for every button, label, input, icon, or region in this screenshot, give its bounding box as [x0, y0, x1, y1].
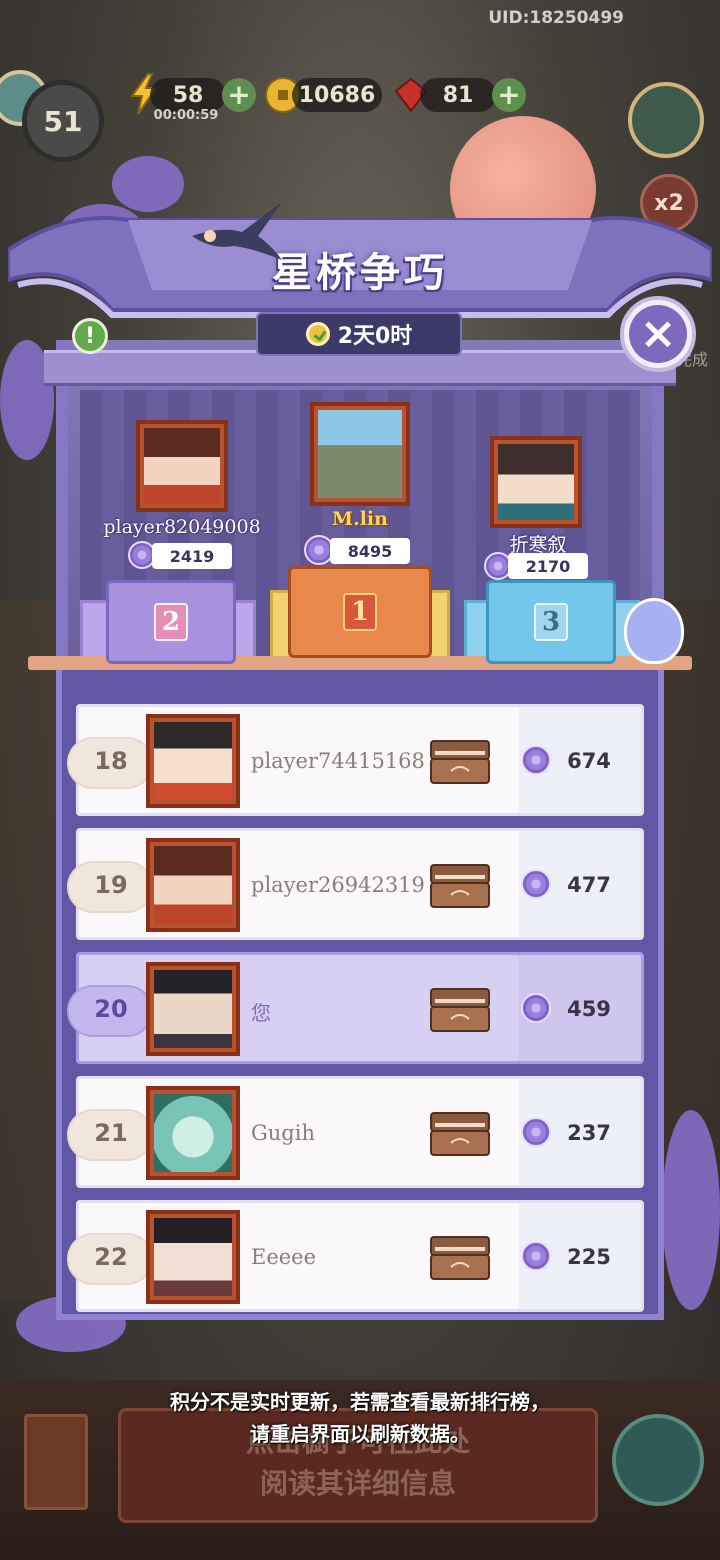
player-name: 您: [251, 1001, 271, 1025]
clock-icon: [305, 322, 330, 346]
podium-3-chest[interactable]: 3: [486, 580, 616, 664]
player-avatar[interactable]: [146, 1210, 240, 1304]
event-title: 星桥争巧: [272, 249, 448, 296]
rank-number: 18: [94, 747, 128, 775]
background-info-line-2: 阅读其详细信息: [259, 1467, 456, 1500]
refresh-notice-line-1: 积分不是实时更新，若需查看最新排行榜，: [170, 1390, 550, 1414]
energy-timer: 00:00:59: [153, 108, 219, 123]
mascot-icon: [624, 598, 684, 664]
leaderboard-row[interactable]: 19 player26942319 477: [67, 828, 644, 940]
chest-icon[interactable]: [429, 863, 491, 909]
player-avatar[interactable]: [146, 838, 240, 932]
player-name: player26942319: [251, 873, 425, 897]
player-avatar[interactable]: [146, 962, 240, 1056]
podium-2-score: 2419: [152, 543, 232, 569]
podium-1-avatar[interactable]: [310, 402, 410, 506]
flower-points-icon: [521, 745, 551, 775]
gem-counter: 81: [420, 78, 496, 112]
player-score: 225: [567, 1245, 611, 1269]
leaderboard-row[interactable]: 18 player74415168 674: [67, 704, 644, 816]
flower-points-icon: [521, 1117, 551, 1147]
player-score: 477: [567, 873, 611, 897]
podium-1-place: 1: [343, 593, 377, 631]
flower-points-icon: [521, 1241, 551, 1271]
chest-icon[interactable]: [429, 1111, 491, 1157]
player-score: 237: [567, 1121, 611, 1145]
podium-1-score: 8495: [330, 538, 410, 564]
event-timer-text: 2天0时: [337, 324, 413, 349]
player-score: 459: [567, 997, 611, 1021]
close-icon: ×: [629, 305, 687, 363]
chest-icon[interactable]: [429, 739, 491, 785]
podium-2-name: player82049008: [103, 516, 261, 538]
rank-number: 22: [94, 1243, 128, 1271]
podium-1-name: M.lin: [332, 508, 388, 530]
leaderboard-row[interactable]: 21 Gugih 237: [67, 1076, 644, 1188]
user-id: UID:18250499: [488, 8, 624, 28]
flower-points-icon: [521, 993, 551, 1023]
add-energy-button[interactable]: +: [222, 78, 256, 112]
shop-icon[interactable]: [628, 82, 704, 158]
add-gems-button[interactable]: +: [492, 78, 526, 112]
player-score: 674: [567, 749, 611, 773]
info-button[interactable]: !: [72, 318, 108, 354]
player-name: Gugih: [251, 1121, 315, 1145]
podium-1-chest[interactable]: 1: [288, 566, 432, 658]
podium-3-score: 2170: [508, 553, 588, 579]
level-badge[interactable]: 51: [22, 80, 104, 162]
rank-number: 19: [94, 871, 128, 899]
player-avatar[interactable]: [146, 1086, 240, 1180]
rank-number: 21: [94, 1119, 128, 1147]
flower-points-icon: [521, 869, 551, 899]
player-avatar[interactable]: [146, 714, 240, 808]
podium-3-place: 3: [534, 603, 568, 641]
chest-icon[interactable]: [429, 1235, 491, 1281]
rank-number: 20: [94, 995, 128, 1023]
refresh-notice-line-2: 请重启界面以刷新数据。: [250, 1422, 470, 1446]
close-button[interactable]: ×: [620, 296, 696, 372]
swallow-icon: [192, 202, 282, 260]
energy-counter: 58: [150, 78, 226, 112]
coin-counter: 10686: [292, 78, 382, 112]
wisteria-decoration: [662, 1110, 720, 1310]
podium-3-avatar[interactable]: [490, 436, 582, 528]
event-timer: 2天0时: [256, 312, 462, 356]
podium-2-place: 2: [154, 603, 188, 641]
chest-icon[interactable]: [429, 987, 491, 1033]
player-name: player74415168: [251, 749, 425, 773]
player-name: Eeeee: [251, 1245, 317, 1269]
leaderboard-row-self[interactable]: 20 您 459: [67, 952, 644, 1064]
podium-2-chest[interactable]: 2: [106, 580, 236, 664]
podium-2-avatar[interactable]: [136, 420, 228, 512]
leaderboard-row[interactable]: 22 Eeeee 225: [67, 1200, 644, 1312]
